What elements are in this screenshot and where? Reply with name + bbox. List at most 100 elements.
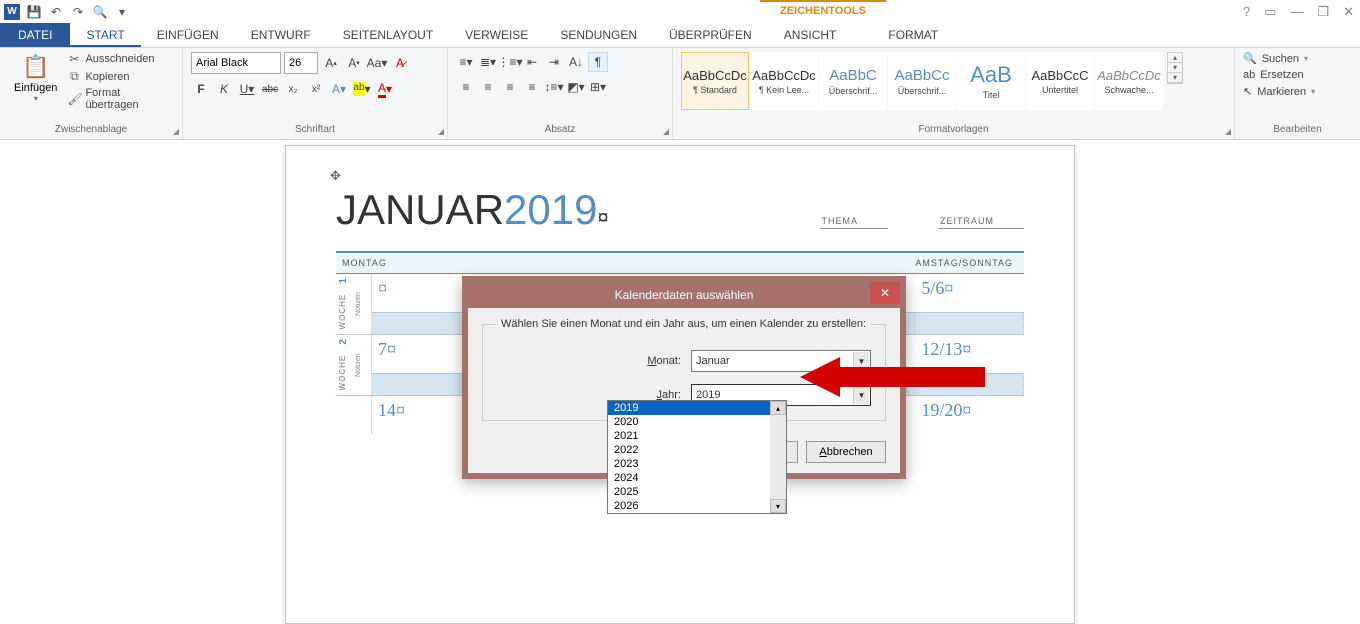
copy-icon: ⧉ bbox=[67, 69, 81, 84]
group-editing-label: Bearbeiten bbox=[1243, 124, 1352, 137]
day-header-row: MONTAG AMSTAG/SONNTAG bbox=[336, 251, 1024, 274]
find-button[interactable]: 🔍Suchen▾ bbox=[1243, 52, 1352, 65]
help-icon[interactable]: ? bbox=[1243, 4, 1250, 19]
annotation-arrow bbox=[800, 352, 990, 402]
change-case-icon[interactable]: Aa▾ bbox=[367, 53, 387, 73]
numbering-icon[interactable]: ≣▾ bbox=[478, 52, 498, 72]
format-painter-button[interactable]: 🖌Format übertragen bbox=[67, 87, 174, 111]
font-name-select[interactable] bbox=[191, 52, 281, 74]
strike-button[interactable]: abc bbox=[260, 79, 280, 99]
minimize-icon[interactable]: — bbox=[1290, 4, 1303, 19]
font-color-icon[interactable]: A▾ bbox=[375, 79, 395, 99]
paste-button[interactable]: 📋 Einfügen ▾ bbox=[8, 52, 63, 105]
dialog-title-bar[interactable]: Kalenderdaten auswählen ✕ bbox=[468, 282, 900, 308]
tab-file[interactable]: DATEI bbox=[0, 23, 70, 47]
line-spacing-icon[interactable]: ↕≡▾ bbox=[544, 77, 564, 97]
search-icon: 🔍 bbox=[1243, 52, 1257, 65]
scissors-icon: ✂ bbox=[67, 52, 81, 66]
italic-button[interactable]: K bbox=[214, 79, 234, 99]
cancel-button[interactable]: Abbrechen bbox=[806, 441, 886, 463]
year-option[interactable]: 2022 bbox=[608, 443, 786, 457]
superscript-button[interactable]: x² bbox=[306, 79, 326, 99]
year-option[interactable]: 2019 bbox=[608, 401, 786, 415]
table-anchor-icon[interactable]: ✥ bbox=[330, 168, 341, 184]
group-paragraph-label: Absatz bbox=[456, 124, 664, 137]
group-font-label: Schriftart bbox=[191, 124, 439, 137]
thema-field[interactable]: THEMA bbox=[820, 214, 889, 229]
shrink-font-icon[interactable]: A▾ bbox=[344, 53, 364, 73]
tab-format[interactable]: FORMAT bbox=[872, 23, 954, 47]
underline-button[interactable]: U▾ bbox=[237, 79, 257, 99]
bold-button[interactable]: F bbox=[191, 79, 211, 99]
scroll-up-icon[interactable]: ▴ bbox=[770, 401, 786, 415]
align-right-icon[interactable]: ≡ bbox=[500, 77, 520, 97]
clear-formatting-icon[interactable]: A̷ bbox=[390, 53, 410, 73]
align-center-icon[interactable]: ≡ bbox=[478, 77, 498, 97]
style-item[interactable]: AaBbCÜberschrif... bbox=[819, 52, 887, 110]
tab-review[interactable]: ÜBERPRÜFEN bbox=[653, 23, 768, 47]
tab-layout[interactable]: SEITENLAYOUT bbox=[327, 23, 449, 47]
bullets-icon[interactable]: ≡▾ bbox=[456, 52, 476, 72]
tab-insert[interactable]: EINFÜGEN bbox=[141, 23, 235, 47]
title-bar: W 💾 ↶ ↷ 🔍 ▾ ZEICHENTOOLS ? ▭ — ❐ ✕ bbox=[0, 0, 1360, 23]
styles-more-button[interactable]: ▴▾▾ bbox=[1167, 52, 1183, 84]
decrease-indent-icon[interactable]: ⇤ bbox=[522, 52, 542, 72]
year-option[interactable]: 2025 bbox=[608, 485, 786, 499]
font-size-select[interactable] bbox=[284, 52, 318, 74]
year-option[interactable]: 2026 bbox=[608, 499, 786, 513]
tab-design[interactable]: ENTWURF bbox=[235, 23, 327, 47]
zeitraum-field[interactable]: ZEITRAUM bbox=[938, 214, 1024, 229]
style-item[interactable]: AaBbCcDcSchwache... bbox=[1095, 52, 1163, 110]
style-item[interactable]: AaBbCcDc¶ Standard bbox=[681, 52, 749, 110]
borders-icon[interactable]: ⊞▾ bbox=[588, 77, 608, 97]
word-app-icon: W bbox=[4, 4, 20, 20]
subscript-button[interactable]: x₂ bbox=[283, 79, 303, 99]
show-hide-icon[interactable]: ¶ bbox=[588, 52, 608, 72]
style-item[interactable]: AaBbCcDc¶ Kein Lee... bbox=[750, 52, 818, 110]
multilevel-icon[interactable]: ⋮≡▾ bbox=[500, 52, 520, 72]
select-button[interactable]: ↖Markieren▾ bbox=[1243, 85, 1352, 98]
year-dropdown-list[interactable]: ▴ ▾ 20192020202120222023202420252026 bbox=[607, 400, 787, 514]
replace-button[interactable]: abErsetzen bbox=[1243, 69, 1352, 81]
print-preview-icon[interactable]: 🔍 bbox=[92, 4, 108, 20]
text-effects-icon[interactable]: A▾ bbox=[329, 79, 349, 99]
styles-dialog-launcher[interactable]: ◢ bbox=[1225, 127, 1231, 136]
year-option[interactable]: 2024 bbox=[608, 471, 786, 485]
dialog-instruction: Wählen Sie einen Monat und ein Jahr aus,… bbox=[497, 318, 870, 330]
year-option[interactable]: 2020 bbox=[608, 415, 786, 429]
tab-references[interactable]: VERWEISE bbox=[449, 23, 544, 47]
redo-icon[interactable]: ↷ bbox=[70, 4, 86, 20]
undo-icon[interactable]: ↶ bbox=[48, 4, 64, 20]
clipboard-dialog-launcher[interactable]: ◢ bbox=[173, 127, 179, 136]
grow-font-icon[interactable]: A▴ bbox=[321, 53, 341, 73]
year-option[interactable]: 2023 bbox=[608, 457, 786, 471]
tab-start[interactable]: START bbox=[70, 23, 140, 47]
close-icon[interactable]: ✕ bbox=[1343, 4, 1354, 20]
styles-gallery[interactable]: AaBbCcDc¶ StandardAaBbCcDc¶ Kein Lee...A… bbox=[681, 52, 1163, 110]
scroll-down-icon[interactable]: ▾ bbox=[770, 499, 786, 513]
font-dialog-launcher[interactable]: ◢ bbox=[438, 127, 444, 136]
sort-icon[interactable]: A↓ bbox=[566, 52, 586, 72]
year-option[interactable]: 2021 bbox=[608, 429, 786, 443]
shading-icon[interactable]: ◩▾ bbox=[566, 77, 586, 97]
copy-button[interactable]: ⧉Kopieren bbox=[67, 69, 174, 84]
style-item[interactable]: AaBTitel bbox=[957, 52, 1025, 110]
maximize-icon[interactable]: ❐ bbox=[1317, 4, 1329, 20]
ribbon-options-icon[interactable]: ▭ bbox=[1264, 4, 1276, 20]
cut-button[interactable]: ✂Ausschneiden bbox=[67, 52, 174, 66]
save-icon[interactable]: 💾 bbox=[26, 4, 42, 20]
group-clipboard-label: Zwischenablage bbox=[8, 124, 174, 137]
replace-icon: ab bbox=[1243, 69, 1255, 81]
increase-indent-icon[interactable]: ⇥ bbox=[544, 52, 564, 72]
dialog-close-button[interactable]: ✕ bbox=[870, 282, 900, 304]
calendar-title[interactable]: JANUAR2019¤ bbox=[336, 186, 609, 235]
tab-mailings[interactable]: SENDUNGEN bbox=[544, 23, 653, 47]
highlight-icon[interactable]: ab▾ bbox=[352, 79, 372, 99]
tab-view[interactable]: ANSICHT bbox=[768, 23, 853, 47]
align-left-icon[interactable]: ≡ bbox=[456, 77, 476, 97]
style-item[interactable]: AaBbCcCUntertitel bbox=[1026, 52, 1094, 110]
style-item[interactable]: AaBbCcÜberschrif... bbox=[888, 52, 956, 110]
qat-customize-icon[interactable]: ▾ bbox=[114, 4, 130, 20]
justify-icon[interactable]: ≡ bbox=[522, 77, 542, 97]
paragraph-dialog-launcher[interactable]: ◢ bbox=[663, 127, 669, 136]
